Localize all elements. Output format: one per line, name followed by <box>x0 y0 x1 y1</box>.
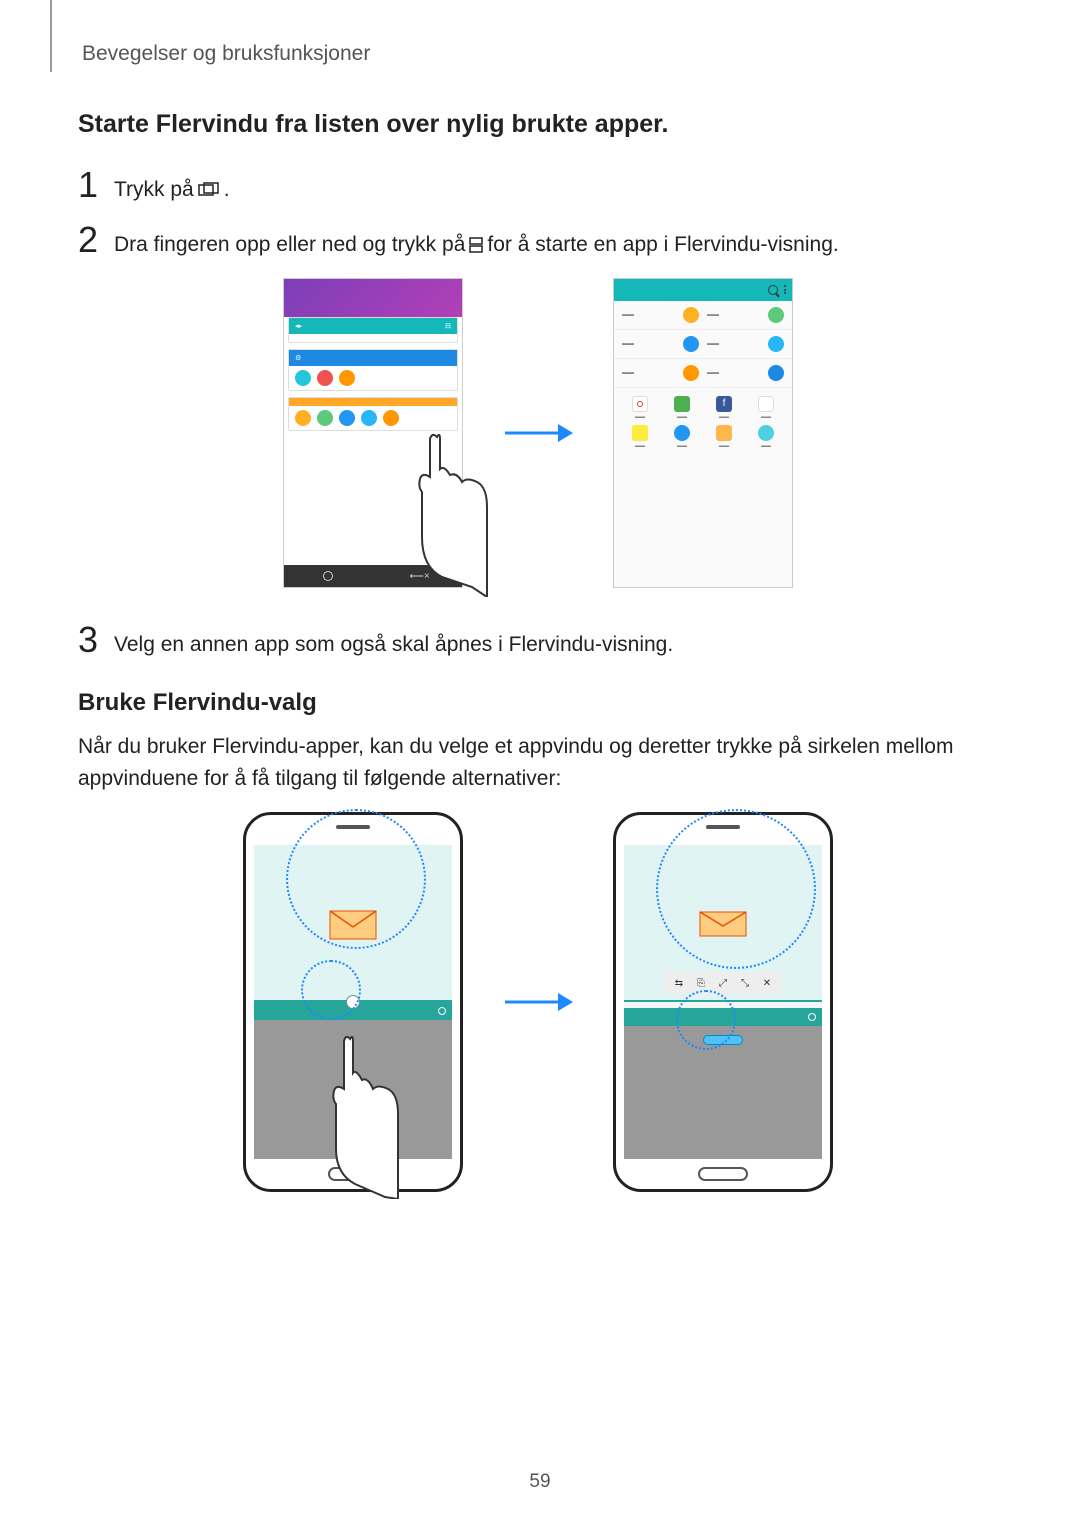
multiwindow-icon <box>469 237 483 253</box>
content: Starte Flervindu fra listen over nylig b… <box>78 110 998 1226</box>
figure-row-2: ⇆ ⎘ ⤢ ⤡ ✕ <box>78 812 998 1192</box>
phone-mock-right: ⇆ ⎘ ⤢ ⤡ ✕ <box>613 812 833 1192</box>
step-text: Velg en annen app som også skal åpnes i … <box>114 622 673 659</box>
step-1-post: . <box>224 175 230 204</box>
highlight-circle-small <box>301 960 361 1020</box>
step-text: Dra fingeren opp eller ned og trykk på f… <box>114 222 839 259</box>
close-icon: ✕ <box>760 976 774 990</box>
step-number: 3 <box>78 622 114 658</box>
step-2-pre: Dra fingeren opp eller ned og trykk på <box>114 230 465 259</box>
page-number: 59 <box>529 1471 550 1493</box>
arrow-right-icon <box>503 418 573 448</box>
multiwindow-icon: ⊟ <box>445 322 451 330</box>
step-3: 3 Velg en annen app som også skal åpnes … <box>78 622 998 659</box>
globe-icon <box>323 571 333 581</box>
page-header: Bevegelser og bruksfunksjoner <box>82 42 370 66</box>
arrow-right-icon <box>503 987 573 1017</box>
step-number: 2 <box>78 222 114 258</box>
myfiles-mock: ▬▬▬▬ ▬▬▬▬ ▬▬▬▬ ▬▬ ▬▬ f▬▬ ▬▬ ▬▬ ▬▬ ▬▬ ▬▬ <box>613 278 793 588</box>
step-number: 1 <box>78 167 114 203</box>
step-1-pre: Trykk på <box>114 175 194 204</box>
step-2: 2 Dra fingeren opp eller ned og trykk på… <box>78 222 998 259</box>
step-2-post: for å starte en app i Flervindu-visning. <box>487 230 838 259</box>
highlight-circle <box>656 809 816 969</box>
swap-icon: ⇆ <box>672 976 686 990</box>
search-icon <box>808 1013 816 1021</box>
header-rule <box>50 0 52 72</box>
minimize-icon: ⤡ <box>738 976 752 990</box>
section2-title: Bruke Flervindu-valg <box>78 689 998 717</box>
search-icon <box>438 1007 446 1015</box>
step-3-text: Velg en annen app som også skal åpnes i … <box>114 630 673 659</box>
search-icon <box>768 285 778 295</box>
multiwindow-options-bar: ⇆ ⎘ ⤢ ⤡ ✕ <box>664 972 782 994</box>
step-text: Trykk på . <box>114 167 230 204</box>
close-all-icon: ⟵× <box>410 571 424 581</box>
phone-mock-left <box>243 812 463 1192</box>
drag-content-icon: ⎘ <box>694 976 708 990</box>
figure-row-1: ◂▸⊟ ⚙ <box>78 278 998 588</box>
section1-title: Starte Flervindu fra listen over nylig b… <box>78 110 998 139</box>
section2-body: Når du bruker Flervindu-apper, kan du ve… <box>78 731 998 794</box>
more-icon <box>784 285 786 294</box>
maximize-icon: ⤢ <box>716 976 730 990</box>
highlight-circle <box>286 809 426 949</box>
recent-apps-icon <box>198 182 220 198</box>
highlight-circle-small <box>676 990 736 1050</box>
recent-apps-mock: ◂▸⊟ ⚙ <box>283 278 463 588</box>
step-1: 1 Trykk på . <box>78 167 998 204</box>
